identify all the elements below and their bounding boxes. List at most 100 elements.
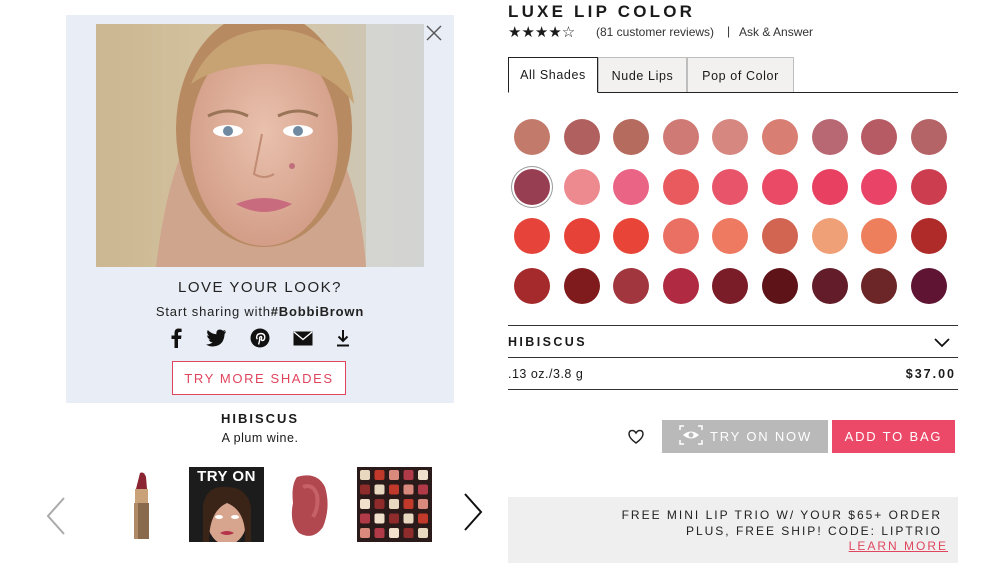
tab-pop-of-color[interactable]: Pop of Color [687, 57, 794, 93]
shade-swatch[interactable] [563, 267, 600, 304]
shade-swatch[interactable] [662, 267, 699, 304]
collection-pattern-cell [389, 470, 399, 480]
product-price: $37.00 [905, 367, 956, 381]
shade-swatch[interactable] [811, 218, 848, 254]
collection-pattern-cell [360, 499, 370, 509]
chevron-left-icon[interactable] [44, 496, 68, 536]
shade-swatch[interactable] [910, 267, 947, 304]
shade-swatch[interactable] [762, 267, 798, 304]
share-prefix: Start sharing with [155, 304, 271, 319]
add-to-bag-button[interactable]: ADD TO BAG [832, 420, 955, 453]
shade-swatch[interactable] [514, 168, 550, 205]
separator: | [727, 24, 731, 38]
collection-pattern-cell [360, 528, 370, 538]
shade-swatch[interactable] [762, 119, 798, 155]
shade-swatch[interactable] [861, 267, 898, 304]
thumbnail-lipstick-bullet[interactable] [104, 467, 179, 542]
shade-swatch[interactable] [712, 168, 749, 205]
shade-swatch[interactable] [712, 218, 749, 254]
share-prompt: Start sharing with#BobbiBrown [66, 304, 454, 319]
try-more-shades-button[interactable]: TRY MORE SHADES [172, 361, 346, 395]
collection-pattern-cell [403, 513, 414, 524]
promo-line-1: FREE MINI LIP TRIO W/ YOUR $65+ ORDER [621, 508, 942, 522]
collection-pattern-cell [403, 528, 414, 538]
collection-pattern-cell [374, 484, 385, 495]
tab-nude-lips[interactable]: Nude Lips [598, 57, 687, 93]
product-size: .13 oz./3.8 g [508, 367, 584, 381]
ask-answer-link[interactable]: Ask & Answer [739, 25, 813, 39]
shade-swatch[interactable] [613, 119, 650, 155]
collection-pattern-cell [418, 528, 428, 538]
current-shade-description: A plum wine. [221, 431, 299, 445]
collection-pattern-cell [374, 528, 385, 538]
shade-swatch[interactable] [514, 119, 550, 155]
love-your-look-heading: LOVE YOUR LOOK? [178, 279, 342, 296]
heart-icon[interactable] [627, 428, 645, 445]
shade-swatch[interactable] [762, 168, 798, 205]
shade-swatch[interactable] [910, 119, 947, 155]
shade-swatch[interactable] [563, 168, 600, 205]
twitter-icon[interactable] [205, 329, 227, 347]
shade-swatch[interactable] [712, 119, 749, 155]
shade-swatch[interactable] [712, 267, 749, 304]
current-shade-name: HIBISCUS [220, 411, 300, 426]
collection-pattern-cell [360, 484, 370, 495]
promo-line-2: PLUS, FREE SHIP! CODE: LIPTRIO [685, 524, 942, 538]
shade-swatch[interactable] [861, 218, 898, 254]
collection-pattern-cell [389, 484, 399, 495]
collection-pattern-cell [418, 513, 428, 524]
collection-pattern-cell [418, 499, 428, 509]
chevron-down-icon[interactable] [932, 336, 952, 350]
shade-swatch[interactable] [514, 267, 550, 304]
collection-pattern-cell [360, 513, 370, 524]
shade-swatch[interactable] [861, 168, 898, 205]
try-on-now-label: TRY ON NOW [709, 429, 813, 444]
chevron-right-icon[interactable] [460, 492, 486, 532]
shade-swatch[interactable] [613, 267, 650, 304]
divider [508, 357, 958, 358]
shade-swatch[interactable] [662, 119, 699, 155]
collection-pattern-cell [374, 513, 385, 524]
collection-pattern-cell [403, 484, 414, 495]
product-title: LUXE LIP COLOR [508, 2, 696, 21]
collection-pattern-cell [360, 470, 370, 480]
thumbnail-try-on[interactable]: TRY ON [189, 467, 264, 542]
shade-swatch[interactable] [811, 267, 848, 304]
collection-pattern-cell [389, 513, 399, 524]
shade-swatch[interactable] [613, 218, 650, 254]
shade-swatch[interactable] [613, 168, 650, 205]
learn-more-link[interactable]: LEARN MORE [849, 539, 948, 553]
model-portrait-image [96, 24, 424, 267]
collection-pattern-cell [389, 499, 399, 509]
shade-swatch[interactable] [910, 218, 947, 254]
collection-pattern-cell [374, 470, 385, 480]
collection-pattern-cell [403, 470, 414, 480]
collection-pattern-cell [418, 484, 428, 495]
thumbnail-lip-swatch[interactable] [273, 467, 348, 542]
shade-swatch[interactable] [910, 168, 947, 205]
share-hashtag: #BobbiBrown [270, 304, 365, 319]
shade-swatch[interactable] [514, 218, 550, 254]
selected-shade-label[interactable]: HIBISCUS [508, 335, 587, 349]
shade-swatch[interactable] [762, 218, 798, 254]
shade-swatch[interactable] [811, 119, 848, 155]
shade-swatch[interactable] [811, 168, 848, 205]
close-icon[interactable] [423, 22, 445, 44]
eye-icon [678, 424, 704, 449]
shade-swatch[interactable] [563, 119, 600, 155]
share-icons [170, 327, 350, 349]
collection-pattern-cell [418, 470, 428, 480]
pinterest-icon[interactable] [250, 328, 270, 348]
shade-swatch[interactable] [662, 168, 699, 205]
shade-swatch[interactable] [861, 119, 898, 155]
shade-swatch[interactable] [662, 218, 699, 254]
collection-pattern-cell [403, 499, 414, 509]
download-icon[interactable] [336, 329, 350, 347]
tab-all-shades[interactable]: All Shades [508, 57, 598, 93]
reviews-link[interactable]: (81 customer reviews) [596, 25, 714, 39]
shade-swatch[interactable] [563, 218, 600, 254]
thumbnail-lipstick-collection[interactable] [357, 467, 432, 542]
try-on-now-button[interactable]: TRY ON NOW [662, 420, 828, 453]
email-icon[interactable] [293, 330, 313, 346]
facebook-icon[interactable] [170, 328, 182, 348]
